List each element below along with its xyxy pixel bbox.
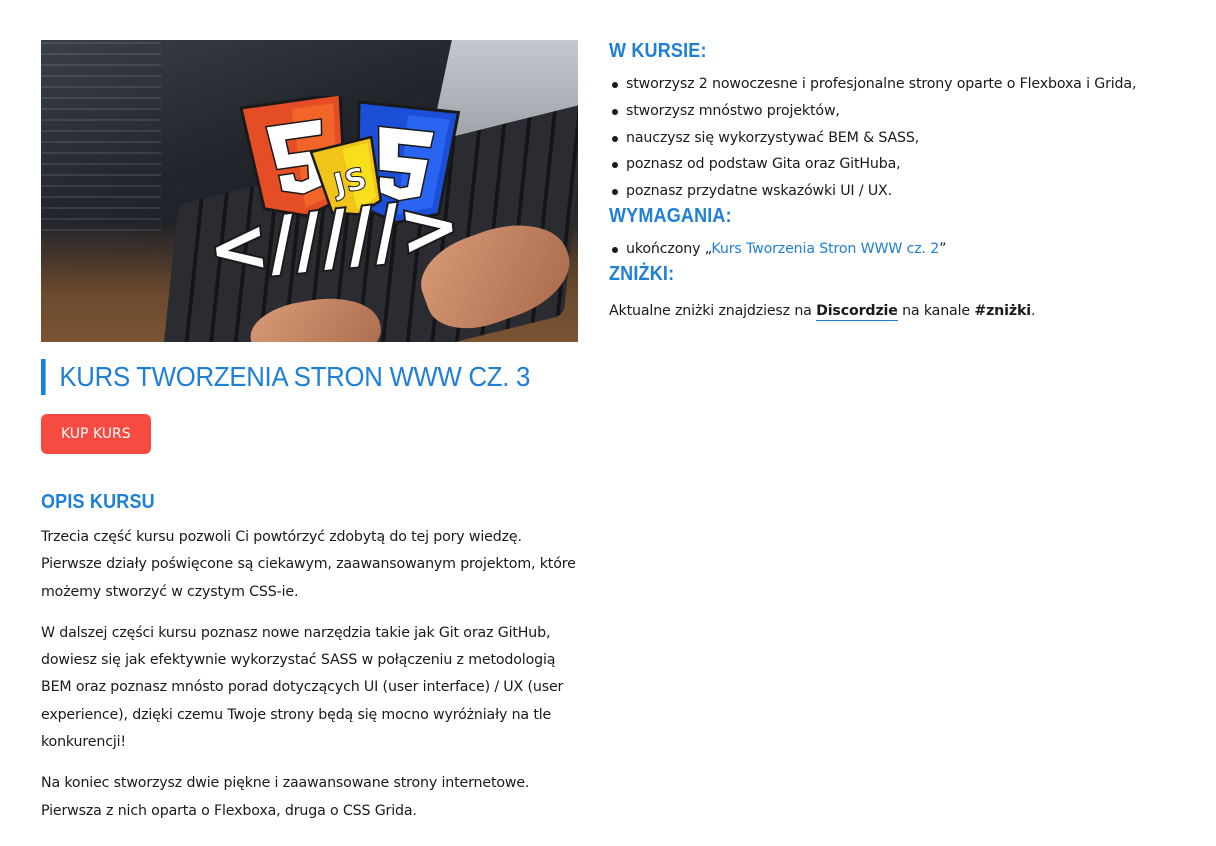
in-course-heading: W KURSIE: <box>609 40 707 62</box>
discounts-text-middle: na kanale <box>897 302 975 319</box>
discounts-heading: ZNIŻKI: <box>609 262 675 285</box>
requirement-suffix: ” <box>939 240 947 257</box>
discount-channel: #zniżki <box>974 302 1031 319</box>
requirements-heading: WYMAGANIA: <box>609 204 732 227</box>
buy-course-button[interactable]: KUP KURS <box>41 414 151 454</box>
list-item: ukończony „Kurs Tworzenia Stron WWW cz. … <box>609 236 1209 263</box>
list-item: poznasz od podstaw Gita oraz GitHuba, <box>609 151 1209 178</box>
in-course-list: stworzysz 2 nowoczesne i profesjonalne s… <box>609 71 1209 205</box>
list-item: poznasz przydatne wskazówki UI / UX. <box>609 178 1209 205</box>
course-hero-image: JS </////> <box>41 40 578 342</box>
course-column: JS </////> KURS TWORZENIA STRON WWW CZ. … <box>41 40 578 825</box>
discounts-text-after: . <box>1030 302 1036 319</box>
html-css-js-logo-icon: JS </////> <box>202 96 466 294</box>
list-item: nauczysz się wykorzystywać BEM & SASS, <box>609 125 1209 152</box>
course-description-heading: OPIS KURSU <box>41 491 155 513</box>
list-item: stworzysz 2 nowoczesne i profesjonalne s… <box>609 71 1209 98</box>
discounts-text: Aktualne zniżki znajdziesz na Discordzie… <box>609 298 1209 324</box>
discounts-text-before: Aktualne zniżki znajdziesz na <box>609 302 817 319</box>
requirement-prefix: ukończony „ <box>626 240 712 257</box>
course-details-column: W KURSIE: stworzysz 2 nowoczesne i profe… <box>609 40 1209 324</box>
discord-link[interactable]: Discordzie <box>816 302 898 321</box>
list-item: stworzysz mnóstwo projektów, <box>609 98 1209 125</box>
code-background <box>41 40 161 240</box>
logo-text: </////> <box>204 182 464 292</box>
description-paragraph: Na koniec stworzysz dwie piękne i zaawan… <box>41 775 530 819</box>
requirements-list: ukończony „Kurs Tworzenia Stron WWW cz. … <box>609 236 1209 263</box>
description-paragraph: Trzecia część kursu pozwoli Ci powtórzyć… <box>41 529 576 600</box>
previous-course-link[interactable]: Kurs Tworzenia Stron WWW cz. 2 <box>711 241 939 257</box>
description-paragraph: W dalszej części kursu poznasz nowe narz… <box>41 624 564 751</box>
course-title: KURS TWORZENIA STRON WWW CZ. 3 <box>41 359 535 395</box>
